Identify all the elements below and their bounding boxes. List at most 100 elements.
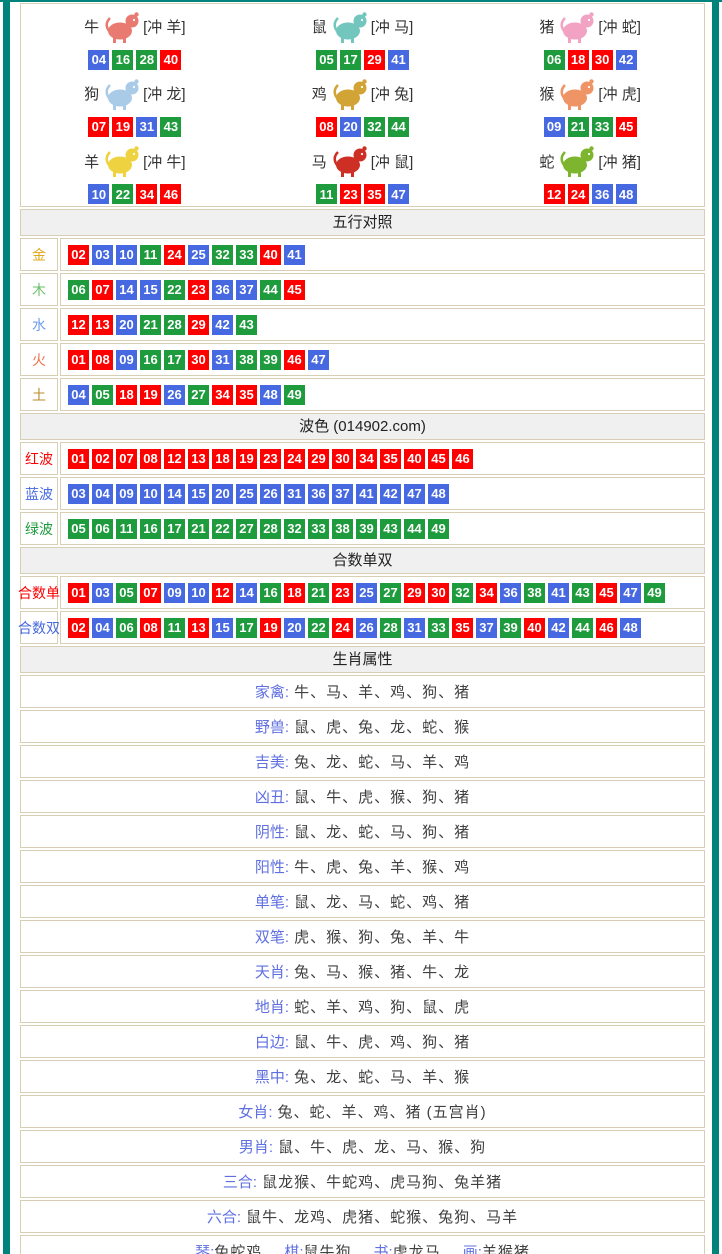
number-ball: 43 [160, 117, 181, 137]
number-ball: 26 [260, 484, 281, 504]
zodiac-name: 猴 [539, 83, 554, 104]
zodiac-cell-heading: 鼠[冲 马] [312, 6, 414, 48]
wuxing-row: 木06071415222336374445 [20, 273, 705, 306]
attribute-row: 三合:鼠龙猴、牛蛇鸡、虎马狗、兔羊猪 [20, 1165, 705, 1198]
number-ball: 33 [236, 245, 257, 265]
number-ball: 33 [592, 117, 613, 137]
attribute-label: 地肖: [255, 996, 289, 1017]
attribute-label: 女肖: [238, 1101, 272, 1122]
number-ball: 10 [188, 583, 209, 603]
number-ball: 19 [140, 385, 161, 405]
number-ball: 45 [284, 280, 305, 300]
zodiac-cell-ox: 牛[冲 羊]04162840 [21, 4, 249, 71]
number-ball: 28 [164, 315, 185, 335]
number-ball: 08 [140, 618, 161, 638]
number-ball: 11 [316, 184, 337, 204]
attribute-segment: 棋:鼠牛狗 [284, 1241, 351, 1254]
row-numbers: 0108091617303138394647 [60, 343, 705, 376]
number-ball: 45 [428, 449, 449, 469]
number-ball: 42 [548, 618, 569, 638]
zodiac-clash-grid: 牛[冲 羊]04162840鼠[冲 马]05172941猪[冲 蛇]061830… [20, 3, 705, 207]
number-ball: 36 [212, 280, 233, 300]
attribute-value: 蛇、羊、鸡、狗、鼠、虎 [294, 996, 470, 1017]
number-ball: 28 [380, 618, 401, 638]
zodiac-clash-label: [冲 龙] [143, 83, 186, 104]
wuxing-row: 土04051819262734354849 [20, 378, 705, 411]
number-ball: 29 [308, 449, 329, 469]
attribute-value: 鼠牛狗 [303, 1241, 351, 1254]
number-ball: 27 [188, 385, 209, 405]
number-ball: 16 [260, 583, 281, 603]
top-border-bar [0, 0, 722, 2]
section-header-heshu: 合数单双 [20, 547, 705, 574]
attribute-label: 画: [463, 1241, 482, 1254]
attribute-label: 阳性: [255, 856, 289, 877]
attribute-value: 牛、马、羊、鸡、狗、猪 [294, 681, 470, 702]
zodiac-cell-rat: 鼠[冲 马]05172941 [249, 4, 477, 71]
number-ball: 47 [404, 484, 425, 504]
number-ball: 27 [236, 519, 257, 539]
zodiac-cell-heading: 马[冲 鼠] [312, 140, 414, 182]
number-ball: 21 [568, 117, 589, 137]
attribute-label: 书: [374, 1241, 393, 1254]
attribute-segment: 书:虎龙马 [374, 1241, 441, 1254]
number-ball: 20 [116, 315, 137, 335]
number-ball: 34 [476, 583, 497, 603]
number-ball: 39 [356, 519, 377, 539]
zodiac-name: 马 [312, 151, 327, 172]
zodiac-cell-heading: 鸡[冲 兔] [312, 73, 414, 115]
number-ball: 41 [356, 484, 377, 504]
number-ball: 26 [356, 618, 377, 638]
number-ball: 30 [428, 583, 449, 603]
monkey-icon [556, 76, 596, 112]
number-ball: 43 [236, 315, 257, 335]
number-ball: 42 [380, 484, 401, 504]
number-ball: 12 [164, 449, 185, 469]
number-ball: 21 [308, 583, 329, 603]
zodiac-cell-rooster: 鸡[冲 兔]08203244 [249, 71, 477, 138]
number-ball: 47 [620, 583, 641, 603]
zodiac-numbers: 04162840 [88, 50, 181, 70]
wuxing-row: 水1213202128294243 [20, 308, 705, 341]
zodiac-cell-heading: 猪[冲 蛇] [539, 6, 641, 48]
attribute-row: 天肖:兔、马、猴、猪、牛、龙 [20, 955, 705, 988]
number-ball: 25 [356, 583, 377, 603]
section-header-wuxing: 五行对照 [20, 209, 705, 236]
number-ball: 36 [308, 484, 329, 504]
attribute-row: 单笔:鼠、龙、马、蛇、鸡、猪 [20, 885, 705, 918]
attribute-label: 凶丑: [255, 786, 289, 807]
attribute-row: 女肖: 兔、蛇、羊、鸡、猪 (五宫肖) [20, 1095, 705, 1128]
number-ball: 09 [116, 350, 137, 370]
number-ball: 05 [316, 50, 337, 70]
number-ball: 04 [88, 50, 109, 70]
attribute-segment: 琴:兔蛇鸡 [195, 1241, 262, 1254]
attribute-value: 兔、蛇、羊、鸡、猪 (五宫肖) [278, 1101, 487, 1122]
number-ball: 26 [164, 385, 185, 405]
zodiac-name: 狗 [84, 83, 99, 104]
number-ball: 28 [136, 50, 157, 70]
number-ball: 19 [112, 117, 133, 137]
number-ball: 49 [644, 583, 665, 603]
number-ball: 35 [364, 184, 385, 204]
section-header-attrs: 生肖属性 [20, 646, 705, 673]
number-ball: 06 [92, 519, 113, 539]
number-ball: 20 [284, 618, 305, 638]
number-ball: 10 [140, 484, 161, 504]
number-ball: 05 [116, 583, 137, 603]
zodiac-reference-page: 牛[冲 羊]04162840鼠[冲 马]05172941猪[冲 蛇]061830… [0, 0, 722, 1254]
number-ball: 37 [476, 618, 497, 638]
attribute-row: 双笔:虎、猴、狗、兔、羊、牛 [20, 920, 705, 953]
number-ball: 09 [164, 583, 185, 603]
number-ball: 31 [404, 618, 425, 638]
number-ball: 37 [236, 280, 257, 300]
zodiac-cell-heading: 羊[冲 牛] [84, 140, 186, 182]
number-ball: 10 [116, 245, 137, 265]
attribute-row-bottom: 琴:兔蛇鸡棋:鼠牛狗书:虎龙马画:羊猴猪 [20, 1235, 705, 1254]
number-ball: 45 [616, 117, 637, 137]
number-ball: 24 [164, 245, 185, 265]
number-ball: 23 [340, 184, 361, 204]
number-ball: 42 [212, 315, 233, 335]
number-ball: 38 [332, 519, 353, 539]
attribute-label: 天肖: [255, 961, 289, 982]
zodiac-clash-label: [冲 羊] [143, 16, 186, 37]
